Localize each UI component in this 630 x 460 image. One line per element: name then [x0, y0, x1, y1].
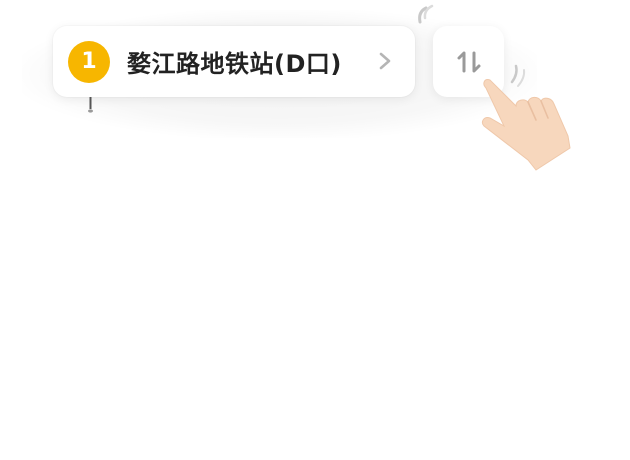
station-name: 婺江路地铁站(D口) — [127, 50, 342, 78]
route-number-badge: 1 — [68, 40, 110, 83]
tapping-hand-icon — [481, 64, 571, 171]
tap-motion-icon — [418, 4, 434, 24]
location-pin-icon — [88, 97, 93, 113]
chevron-right-icon — [379, 52, 391, 70]
route-station-card[interactable]: 1 婺江路地铁站(D口) — [53, 26, 415, 97]
